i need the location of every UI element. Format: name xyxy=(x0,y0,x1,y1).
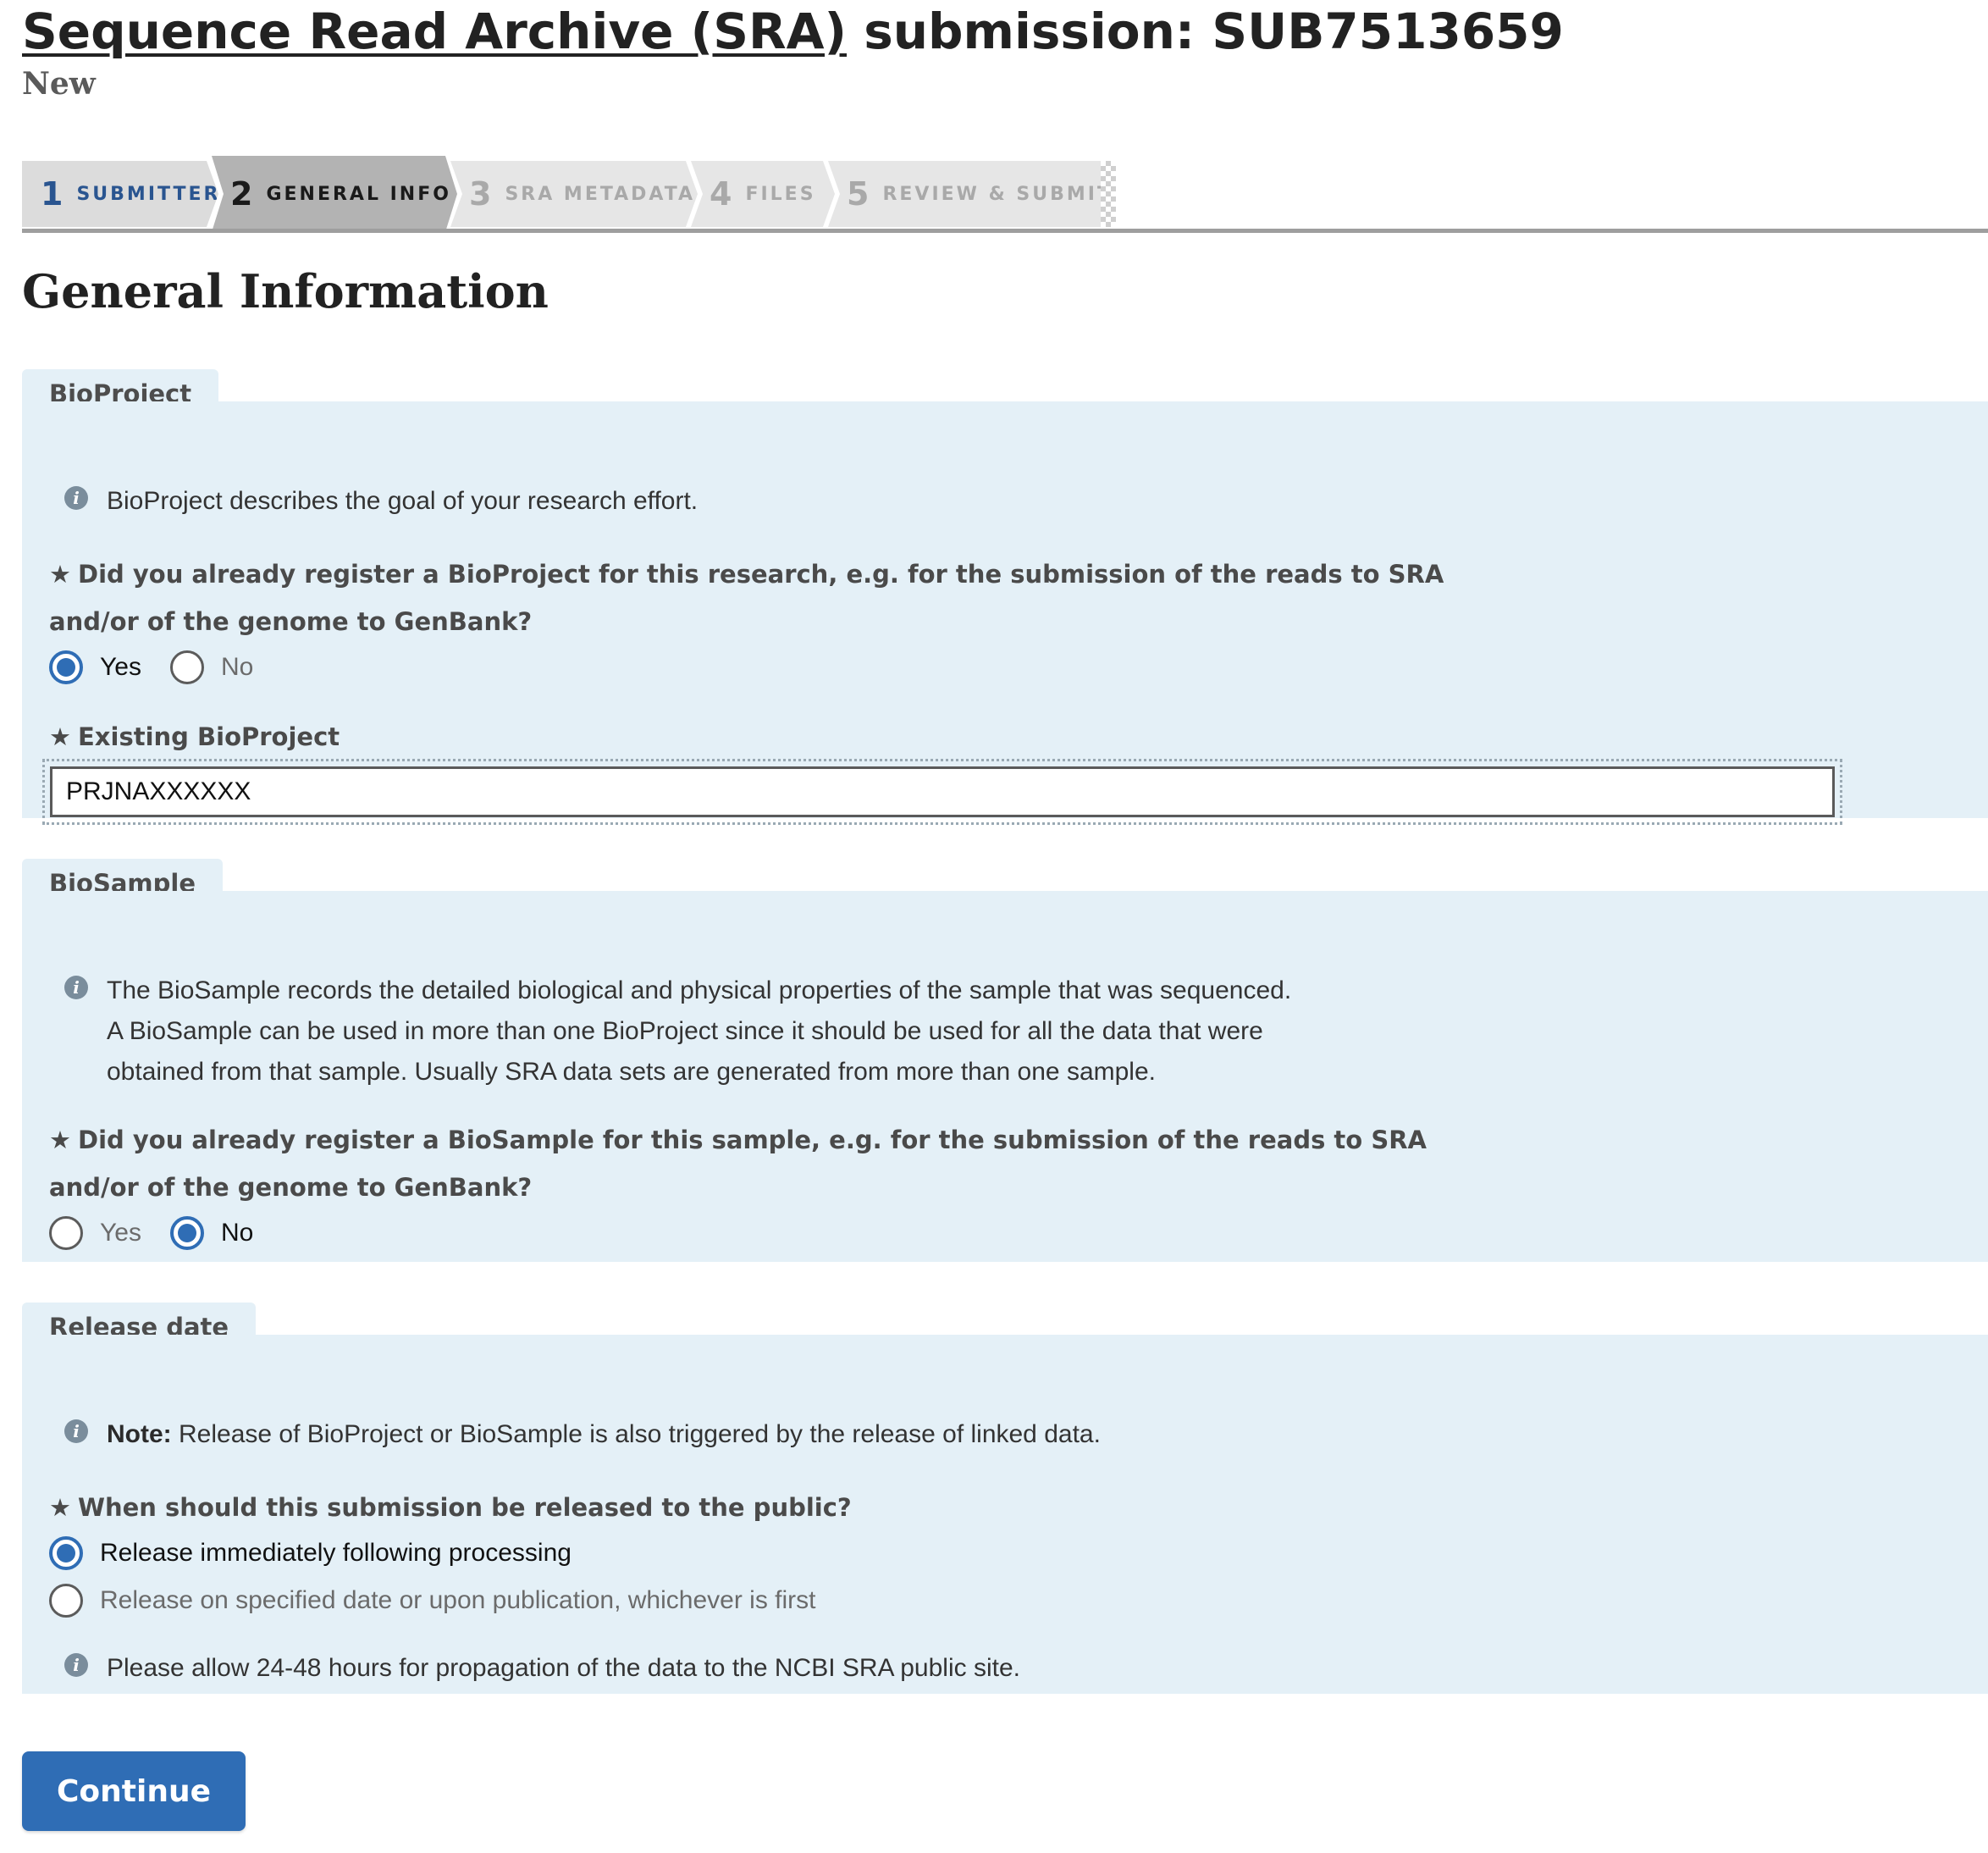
sra-link[interactable]: Sequence Read Archive (SRA) xyxy=(22,3,847,60)
stepper-divider xyxy=(22,229,1988,233)
info-icon: i xyxy=(64,486,88,510)
stepper-fade xyxy=(1101,161,1116,227)
release-immediate-radio[interactable] xyxy=(49,1536,83,1570)
biosample-yes-radio[interactable] xyxy=(49,1216,83,1250)
step-label: SRA METADATA xyxy=(505,183,696,205)
release-date-body: i Note: Release of BioProject or BioSamp… xyxy=(22,1335,1988,1694)
continue-button[interactable]: Continue xyxy=(22,1751,246,1831)
question-line: Did you already register a BioSample for… xyxy=(78,1126,1427,1154)
page-title: Sequence Read Archive (SRA) submission: … xyxy=(22,0,1564,63)
info-line: A BioSample can be used in more than one… xyxy=(107,1017,1263,1045)
step-number: 3 xyxy=(469,175,492,213)
question-line: and/or of the genome to GenBank? xyxy=(49,607,533,636)
bioproject-body: i BioProject describes the goal of your … xyxy=(22,401,1988,825)
step-number: 1 xyxy=(41,175,64,213)
radio-label[interactable]: Yes xyxy=(100,1219,141,1247)
info-icon: i xyxy=(64,1419,88,1443)
input-focus-ring xyxy=(42,759,1842,825)
release-specified-radio[interactable] xyxy=(49,1584,83,1618)
release-question: ★ When should this submission be released… xyxy=(49,1484,852,1531)
bioproject-radio-group: Yes No xyxy=(49,650,282,684)
step-label: SUBMITTER xyxy=(76,183,221,205)
info-text: The BioSample records the detailed biolo… xyxy=(107,971,1291,1092)
step-general-info[interactable]: 2 GENERAL INFO xyxy=(212,156,457,232)
biosample-no-radio[interactable] xyxy=(169,1216,204,1250)
release-date-tab: Release date xyxy=(22,1303,257,1341)
step-number: 5 xyxy=(847,175,870,213)
required-star-icon: ★ xyxy=(49,722,71,751)
biosample-radio-group: Yes No xyxy=(49,1216,282,1250)
field-label: Existing BioProject xyxy=(78,722,340,751)
info-text: Note: Release of BioProject or BioSample… xyxy=(107,1414,1101,1455)
step-label: GENERAL INFO xyxy=(266,183,451,205)
info-icon: i xyxy=(64,976,88,999)
question-line: Did you already register a BioProject fo… xyxy=(78,560,1444,589)
required-star-icon: ★ xyxy=(49,560,71,589)
biosample-body: i The BioSample records the detailed bio… xyxy=(22,891,1988,1262)
biosample-panel: BioSample i The BioSample records the de… xyxy=(22,859,1988,1262)
bioproject-panel: BioProject i BioProject describes the go… xyxy=(22,369,1988,825)
step-label: FILES xyxy=(745,183,816,205)
question-line: and/or of the genome to GenBank? xyxy=(49,1173,533,1202)
question-line: When should this submission be released … xyxy=(78,1493,852,1522)
step-number: 4 xyxy=(710,175,732,213)
bioproject-no-radio[interactable] xyxy=(169,650,204,684)
info-icon: i xyxy=(64,1653,88,1677)
info-line: obtained from that sample. Usually SRA d… xyxy=(107,1058,1156,1086)
required-star-icon: ★ xyxy=(49,1126,71,1154)
submission-status: New xyxy=(22,66,96,102)
biosample-tab: BioSample xyxy=(22,859,224,898)
step-review-submit: 5 REVIEW & SUBMIT xyxy=(828,161,1101,227)
release-note: i Note: Release of BioProject or BioSamp… xyxy=(64,1414,1101,1455)
required-star-icon: ★ xyxy=(49,1493,71,1522)
bioproject-tab: BioProject xyxy=(22,369,219,408)
biosample-question: ★ Did you already register a BioSample fo… xyxy=(49,1116,1427,1211)
radio-label[interactable]: Yes xyxy=(100,653,141,682)
bioproject-info: i BioProject describes the goal of your … xyxy=(64,481,698,522)
radio-label[interactable]: Release on specified date or upon public… xyxy=(100,1586,815,1615)
section-title: General Information xyxy=(22,264,549,318)
release-immediate-option: Release immediately following processing xyxy=(49,1536,600,1570)
step-sra-metadata: 3 SRA METADATA xyxy=(450,161,698,227)
step-label: REVIEW & SUBMIT xyxy=(882,183,1113,205)
note-label: Note: xyxy=(107,1420,172,1448)
bioproject-yes-radio[interactable] xyxy=(49,650,83,684)
wizard-stepper: 1 SUBMITTER 2 GENERAL INFO 3 SRA METADAT… xyxy=(22,156,1140,235)
info-line: The BioSample records the detailed biolo… xyxy=(107,976,1292,1004)
biosample-info: i The BioSample records the detailed bio… xyxy=(64,971,1291,1092)
release-date-panel: Release date i Note: Release of BioProje… xyxy=(22,1303,1988,1694)
radio-label[interactable]: No xyxy=(221,1219,253,1247)
radio-label[interactable]: Release immediately following processing xyxy=(100,1539,572,1568)
existing-bioproject-label: ★ Existing BioProject xyxy=(49,713,340,761)
submission-id: submission: SUB7513659 xyxy=(847,3,1564,60)
bioproject-question: ★ Did you already register a BioProject f… xyxy=(49,550,1444,645)
info-text: BioProject describes the goal of your re… xyxy=(107,487,699,515)
release-specified-option: Release on specified date or upon public… xyxy=(49,1584,844,1618)
step-files: 4 FILES xyxy=(691,161,835,227)
step-number: 2 xyxy=(230,175,253,213)
release-propagation-info: i Please allow 24-48 hours for propagati… xyxy=(64,1648,1020,1689)
info-text: Please allow 24-48 hours for propagation… xyxy=(107,1654,1020,1682)
step-submitter[interactable]: 1 SUBMITTER xyxy=(22,161,218,227)
note-text: Release of BioProject or BioSample is al… xyxy=(171,1420,1101,1448)
radio-label[interactable]: No xyxy=(221,653,253,682)
existing-bioproject-input[interactable] xyxy=(50,766,1835,817)
